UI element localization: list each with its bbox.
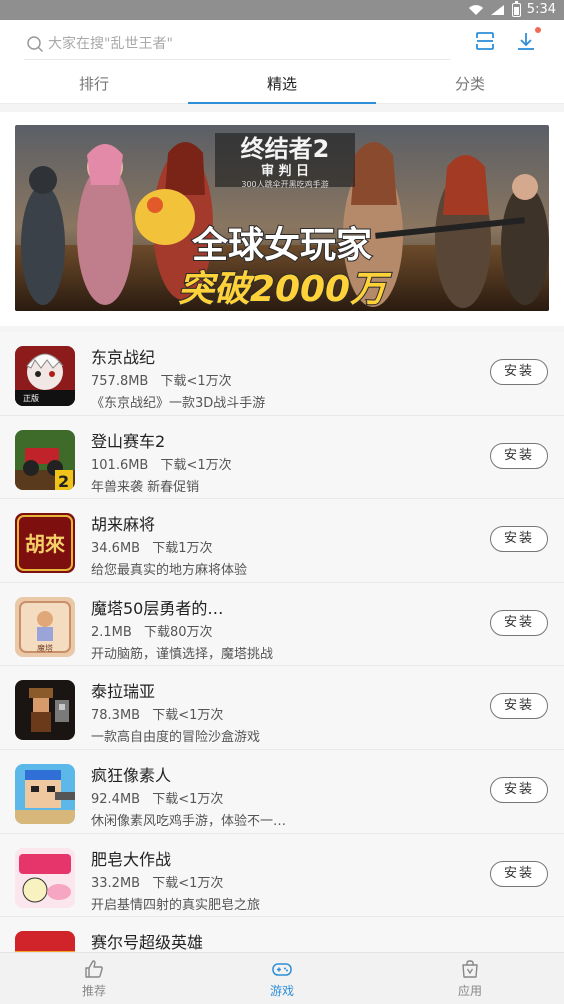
game-name: 魔塔50层勇者的… [91,598,224,618]
game-desc: 开启基情四射的真实肥皂之旅 [91,897,261,913]
game-name: 泰拉瑞亚 [91,682,156,702]
bottom-nav: 推荐 游戏 应用 [0,952,564,1004]
banner-artwork: 终结者2 审 判 日 300人跳伞开黑吃鸡手游 全球女玩家 突破2000万 [15,125,549,311]
wifi-icon [468,4,483,15]
game-meta: 33.2MB 下载<1万次 [91,872,223,891]
game-icon-terraria [15,680,75,741]
search-icon [27,35,44,52]
game-downloads: 下载1万次 [152,541,213,557]
game-icon-pixel-man [15,763,75,824]
game-size: 33.2MB [91,875,141,891]
game-meta: 92.4MB 下载<1万次 [91,788,223,807]
battery-icon [511,0,521,17]
game-icon-magic-tower: 魔塔 [15,596,75,657]
install-button[interactable]: 安装 [490,693,548,720]
search-bar[interactable] [24,28,450,60]
tab-bar: 排行 精选 分类 [0,66,564,104]
game-meta: 757.8MB 下载<1万次 [91,370,232,389]
game-size: 78.3MB [91,708,141,724]
game-desc: 《东京战纪》一款3D战斗手游 [91,396,266,411]
svg-text:胡來: 胡來 [25,532,65,556]
tab-ranking[interactable]: 排行 [0,66,188,103]
game-icon-mahjong: 胡來 [15,513,75,574]
game-desc: 开动脑筋，谨慎选择，魔塔挑战 [91,646,274,662]
svg-text:正版: 正版 [23,393,39,403]
search-input[interactable] [48,35,428,52]
game-size: 34.6MB [91,541,141,557]
nav-label: 游戏 [269,984,294,998]
banner-section: 终结者2 审 判 日 300人跳伞开黑吃鸡手游 全球女玩家 突破2000万 [0,112,564,326]
svg-text:魔塔: 魔塔 [37,643,53,653]
game-name: 赛尔号超级英雄 [91,933,204,953]
install-button[interactable]: 安装 [490,526,548,553]
game-downloads: 下载<1万次 [152,708,224,724]
game-desc: 年兽来袭 新春促销 [91,479,200,495]
game-meta: 78.3MB 下载<1万次 [91,704,223,723]
list-item[interactable]: 泰拉瑞亚 78.3MB 下载<1万次 一款高自由度的冒险沙盒游戏 安装 [0,666,564,750]
nav-recommend[interactable]: 推荐 [0,953,188,1004]
nav-label: 应用 [457,984,482,998]
game-downloads: 下载<1万次 [160,457,232,473]
game-meta: 101.6MB 下载<1万次 [91,454,232,473]
signal-icon [490,4,504,15]
game-downloads: 下载<1万次 [152,875,224,891]
game-name: 肥皂大作战 [91,849,172,869]
promo-banner[interactable]: 终结者2 审 判 日 300人跳伞开黑吃鸡手游 全球女玩家 突破2000万 [15,125,549,311]
game-size: 2.1MB [91,624,132,640]
banner-tagline: 300人跳伞开黑吃鸡手游 [241,179,328,189]
list-item[interactable]: 胡來 胡来麻将 34.6MB 下载1万次 给您最真实的地方麻将体验 安装 [0,499,564,583]
download-button[interactable] [515,27,541,52]
install-button[interactable]: 安装 [490,776,548,803]
list-item[interactable]: 正版 东京战纪 757.8MB 下载<1万次 《东京战纪》一款3D战斗手游 安装 [0,332,564,416]
gamepad-icon [272,963,292,976]
svg-text:2: 2 [58,472,69,490]
game-downloads: 下载<1万次 [160,374,232,389]
status-time: 5:34 [526,2,556,17]
scan-icon [476,32,494,50]
game-downloads: 下载<1万次 [152,791,224,807]
thumb-up-icon [85,960,103,978]
list-item[interactable]: 2 登山赛车2 101.6MB 下载<1万次 年兽来袭 新春促销 安装 [0,415,564,500]
download-icon [518,33,534,50]
install-button[interactable]: 安装 [490,860,548,887]
game-meta: 34.6MB 下载1万次 [91,537,213,556]
install-button[interactable]: 安装 [490,609,548,636]
tab-category[interactable]: 分类 [376,66,564,103]
banner-headline-1: 全球女玩家 [191,224,372,266]
game-desc: 给您最真实的地方麻将体验 [91,563,248,579]
game-name: 登山赛车2 [91,431,166,451]
nav-apps[interactable]: 应用 [376,953,564,1004]
banner-title: 终结者2 [241,135,330,163]
banner-subtitle: 审 判 日 [261,163,309,179]
notification-dot [535,27,541,33]
game-desc: 一款高自由度的冒险沙盒游戏 [91,730,261,746]
nav-games[interactable]: 游戏 [188,953,376,1004]
bag-icon [462,960,478,978]
nav-label: 推荐 [81,984,106,998]
game-size: 92.4MB [91,791,141,807]
tab-featured[interactable]: 精选 [188,66,376,104]
game-icon-soap [15,847,75,908]
game-name: 疯狂像素人 [91,765,172,785]
game-size: 101.6MB [91,457,149,473]
game-list: 正版 东京战纪 757.8MB 下载<1万次 《东京战纪》一款3D战斗手游 安装… [0,332,564,1001]
scan-button[interactable] [474,30,496,52]
game-name: 东京战纪 [91,348,156,367]
list-item[interactable]: 魔塔 魔塔50层勇者的… 2.1MB 下载80万次 开动脑筋，谨慎选择，魔塔挑战… [0,582,564,667]
game-name: 胡来麻将 [91,515,156,535]
list-item[interactable]: 疯狂像素人 92.4MB 下载<1万次 休闲像素风吃鸡手游，体验不一… 安装 [0,749,564,834]
game-meta: 2.1MB 下载80万次 [91,621,213,640]
install-button[interactable]: 安装 [490,359,548,385]
install-button[interactable]: 安装 [490,442,548,469]
status-bar: 5:34 [0,0,564,20]
game-size: 757.8MB [91,374,149,389]
banner-headline-2: 突破2000万 [178,269,392,310]
game-downloads: 下载80万次 [143,624,213,640]
game-icon-hill-climb: 2 [15,429,75,490]
game-desc: 休闲像素风吃鸡手游，体验不一… [91,813,287,829]
header: 排行 精选 分类 [0,20,564,104]
list-item[interactable]: 肥皂大作战 33.2MB 下载<1万次 开启基情四射的真实肥皂之旅 安装 [0,833,564,918]
game-icon-tokyo: 正版 [15,346,75,406]
